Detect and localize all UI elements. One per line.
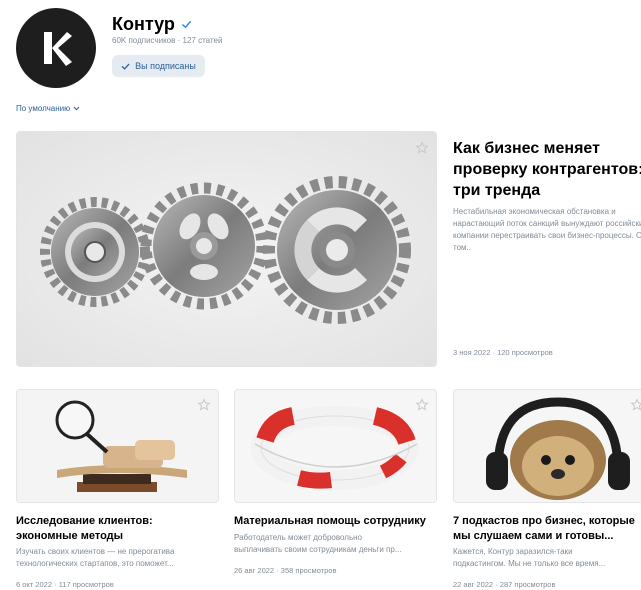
article-title-line: экономные методы [16,530,124,542]
article-desc-line: выплачивать своим сотрудникам деньги пр.… [234,545,402,554]
channel-name[interactable]: Контур [112,14,175,35]
featured-article-image[interactable] [16,131,437,367]
channel-stats: 60K подписчиков · 127 статей [112,36,222,45]
article-title-line: 7 подкастов про бизнес, которые [453,515,635,527]
chevron-down-icon [73,106,80,111]
article-image-magnifier[interactable] [16,389,219,503]
article-description: Работодатель может добровольно выплачива… [234,532,439,556]
subscribed-button[interactable]: Вы подписаны [112,55,205,77]
sort-label: По умолчанию [16,104,71,113]
article-meta: 22 авг 2022 · 287 просмотров [453,580,555,589]
featured-title-line: Как бизнес меняет [453,140,600,157]
article-desc-line: Изучать своих клиентов — не прерогатива [16,547,175,556]
article-desc-line: технологических стартапов, это поможет..… [16,559,174,568]
channel-title-row: Контур [112,14,192,35]
article-image-podcast[interactable] [453,389,641,503]
article-desc-line: Работодатель может добровольно [234,533,362,542]
subscribed-label: Вы подписаны [135,61,196,71]
gears-image [17,132,436,366]
article-date: 6 окт 2022 [16,580,52,589]
lifebuoy-image [235,390,436,502]
article-meta: 26 авг 2022 · 358 просмотров [234,566,336,575]
featured-title-line: проверку контрагентов: [453,161,641,178]
bookmark-star-icon[interactable] [630,398,641,412]
article-views: 120 просмотров [497,348,553,357]
article-views: 117 просмотров [58,580,114,589]
articles-count: 127 статей [182,36,223,45]
article-title[interactable]: 7 подкастов про бизнес, которые мы слуша… [453,514,641,544]
article-image-lifebuoy[interactable] [234,389,437,503]
magnifier-books-image [17,390,218,502]
sort-dropdown[interactable]: По умолчанию [16,104,80,113]
featured-title-line: три тренда [453,182,541,199]
article-title-line: Исследование клиентов: [16,515,153,527]
article-title-line: мы слушаем сами и готовы... [453,530,614,542]
featured-article-description: Нестабильная экономическая обстановка и … [453,207,641,252]
verified-icon [181,21,191,29]
bookmark-star-icon[interactable] [415,141,429,155]
article-desc-line: подкастингом. Мы не только все время... [453,559,606,568]
article-title[interactable]: Исследование клиентов: экономные методы [16,514,221,544]
article-description: Изучать своих клиентов — не прерогатива … [16,546,221,570]
subscribers-count: 60K подписчиков [112,36,176,45]
channel-avatar[interactable] [16,8,96,88]
hedgehog-headphones-image [454,390,641,502]
article-views: 358 просмотров [280,566,337,575]
featured-article-meta: 3 ноя 2022 · 120 просмотров [453,348,553,357]
article-description: Кажется, Контур заразился-таки подкастин… [453,546,641,570]
article-title-line: Материальная помощь сотруднику [234,515,426,527]
check-icon [121,63,130,70]
article-date: 22 авг 2022 [453,580,494,589]
article-date: 3 ноя 2022 [453,348,491,357]
bookmark-star-icon[interactable] [415,398,429,412]
article-date: 26 авг 2022 [234,566,275,575]
kontur-logo-icon [44,32,72,66]
featured-article-title[interactable]: Как бизнес меняет проверку контрагентов:… [453,138,641,201]
article-meta: 6 окт 2022 · 117 просмотров [16,580,114,589]
article-desc-line: Кажется, Контур заразился-таки [453,547,573,556]
article-views: 287 просмотров [499,580,556,589]
article-title[interactable]: Материальная помощь сотруднику [234,514,439,529]
bookmark-star-icon[interactable] [197,398,211,412]
